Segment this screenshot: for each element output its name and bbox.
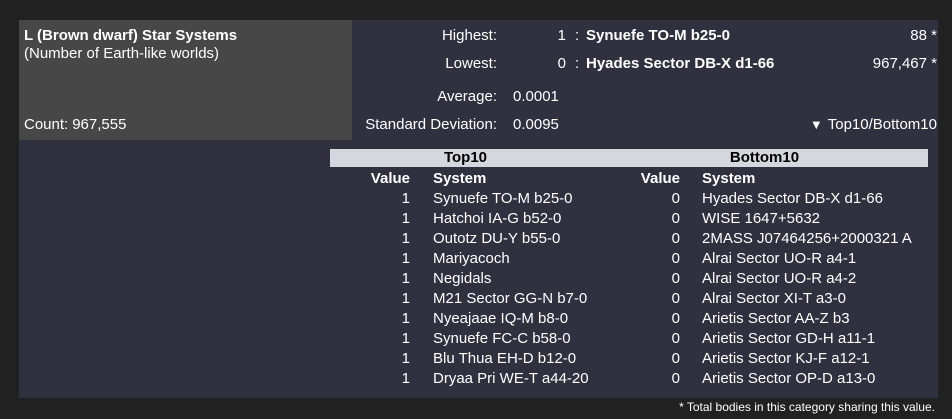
table-row: 1 Mariyacoch 0 Alrai Sector UO-R a4-1 xyxy=(330,250,928,270)
stats-panel: L (Brown dwarf) Star Systems (Number of … xyxy=(19,20,938,398)
bottom10-value: 0 xyxy=(671,190,680,207)
table-row: 1 M21 Sector GG-N b7-0 0 Alrai Sector XI-T … xyxy=(330,290,928,310)
top10-system: Blu Thua EH-D b12-0 xyxy=(433,350,577,367)
top10-system: Negidals xyxy=(433,270,492,287)
average-label: Average: xyxy=(437,88,497,105)
top10-value: 1 xyxy=(401,330,410,347)
table-row: 1 Negidals 0 Alrai Sector UO-R a4-2 xyxy=(330,270,928,290)
top10-value: 1 xyxy=(401,190,410,207)
table-rows: 1 Synuefe TO-M b25-0 0 Hyades Sector DB-X d… xyxy=(330,190,928,390)
top10-system: Synuefe TO-M b25-0 xyxy=(433,190,573,207)
table-row: 1 Outotz DU-Y b55-0 0 2MASS J07464256+20003… xyxy=(330,230,928,250)
lowest-system: Hyades Sector DB-X d1-66 xyxy=(586,55,775,72)
bottom10-value: 0 xyxy=(671,230,680,247)
count-value: 967,555 xyxy=(72,116,127,133)
top10-system: Hatchoi IA-G b52-0 xyxy=(433,210,562,227)
top10-system-col: System xyxy=(433,170,487,187)
bottom10-value: 0 xyxy=(671,350,680,367)
table-row: 1 Nyeajaae IQ-M b8-0 0 Arietis Sector AA-Z … xyxy=(330,310,928,330)
top10-value: 1 xyxy=(401,350,410,367)
bottom10-system: Alrai Sector UO-R a4-1 xyxy=(702,250,857,267)
top10-value: 1 xyxy=(401,230,410,247)
bottom10-value: 0 xyxy=(671,210,680,227)
highest-total: 88 * xyxy=(910,27,937,44)
top10-value: 1 xyxy=(401,290,410,307)
page-subtitle: (Number of Earth-like worlds) xyxy=(24,45,220,62)
top10-system: Dryaa Pri WE-T a44-20 xyxy=(433,370,589,387)
table-row: 1 Blu Thua EH-D b12-0 0 Arietis Sector KJ-F… xyxy=(330,350,928,370)
top10-value-col: Value xyxy=(370,170,410,187)
page-title: L (Brown dwarf) Star Systems xyxy=(24,27,238,44)
top10-value: 1 xyxy=(401,250,410,267)
table-row: 1 Synuefe FC-C b58-0 0 Arietis Sector GD-H … xyxy=(330,330,928,350)
stats-header: L (Brown dwarf) Star Systems (Number of … xyxy=(19,20,938,140)
bottom10-value: 0 xyxy=(671,310,680,327)
bottom10-value: 0 xyxy=(671,270,680,287)
bottom10-system: WISE 1647+5632 xyxy=(702,210,821,227)
bottom10-system: Arietis Sector OP-D a13-0 xyxy=(702,370,876,387)
bottom10-system: 2MASS J07464256+2000321 A xyxy=(702,230,912,247)
stddev-value: 0.0095 xyxy=(513,116,559,133)
top10-value: 1 xyxy=(401,270,410,287)
bottom10-value: 0 xyxy=(671,290,680,307)
toggle-label: Top10/Bottom10 xyxy=(827,116,937,133)
highest-system: Synuefe TO-M b25-0 xyxy=(586,27,730,44)
bottom10-value: 0 xyxy=(671,330,680,347)
top-bottom-toggle[interactable]: ▼ Top10/Bottom10 xyxy=(810,116,937,133)
lowest-label: Lowest: xyxy=(445,55,497,72)
top10-value: 1 xyxy=(401,210,410,227)
bottom10-system: Arietis Sector GD-H a11-1 xyxy=(702,330,876,347)
count-readout: Count: 967,555 xyxy=(24,116,126,133)
bottom10-system: Alrai Sector UO-R a4-2 xyxy=(702,270,857,287)
bottom10-value: 0 xyxy=(671,250,680,267)
top10-system: Mariyacoch xyxy=(433,250,510,267)
table-row: 1 Synuefe TO-M b25-0 0 Hyades Sector DB-X d… xyxy=(330,190,928,210)
table-row: 1 Dryaa Pri WE-T a44-20 0 Arietis Sector OP… xyxy=(330,370,928,390)
table-row: 1 Hatchoi IA-G b52-0 0 WISE 1647+5632 xyxy=(330,210,928,230)
lowest-total: 967,467 * xyxy=(872,55,937,72)
bottom10-system-col: System xyxy=(702,170,756,187)
footnote: * Total bodies in this category sharing … xyxy=(679,400,935,414)
bottom10-system: Alrai Sector XI-T a3-0 xyxy=(702,290,846,307)
top10-header: Top10 xyxy=(443,149,488,166)
bottom10-value: 0 xyxy=(671,370,680,387)
bottom10-system: Hyades Sector DB-X d1-66 xyxy=(702,190,883,207)
highest-label: Highest: xyxy=(441,27,497,44)
average-value: 0.0001 xyxy=(513,88,559,105)
bottom10-system: Arietis Sector AA-Z b3 xyxy=(702,310,850,327)
top10-value: 1 xyxy=(401,370,410,387)
bottom10-header: Bottom10 xyxy=(729,149,800,166)
table-header-bar: Top10 Bottom10 xyxy=(330,149,928,167)
top10-system: Outotz DU-Y b55-0 xyxy=(433,230,561,247)
top10-system: Nyeajaae IQ-M b8-0 xyxy=(433,310,569,327)
stddev-label: Standard Deviation: xyxy=(365,116,497,133)
highest-colon: : xyxy=(575,27,580,44)
bottom10-system: Arietis Sector KJ-F a12-1 xyxy=(702,350,870,367)
lowest-value: 0 xyxy=(557,55,566,72)
title-box: L (Brown dwarf) Star Systems (Number of … xyxy=(19,20,352,140)
count-label: Count: xyxy=(24,116,69,133)
highest-value: 1 xyxy=(557,27,566,44)
top10-system: M21 Sector GG-N b7-0 xyxy=(433,290,588,307)
top10-value: 1 xyxy=(401,310,410,327)
bottom10-value-col: Value xyxy=(640,170,680,187)
top10-system: Synuefe FC-C b58-0 xyxy=(433,330,571,347)
lowest-colon: : xyxy=(575,55,580,72)
triangle-down-icon: ▼ xyxy=(809,117,823,132)
